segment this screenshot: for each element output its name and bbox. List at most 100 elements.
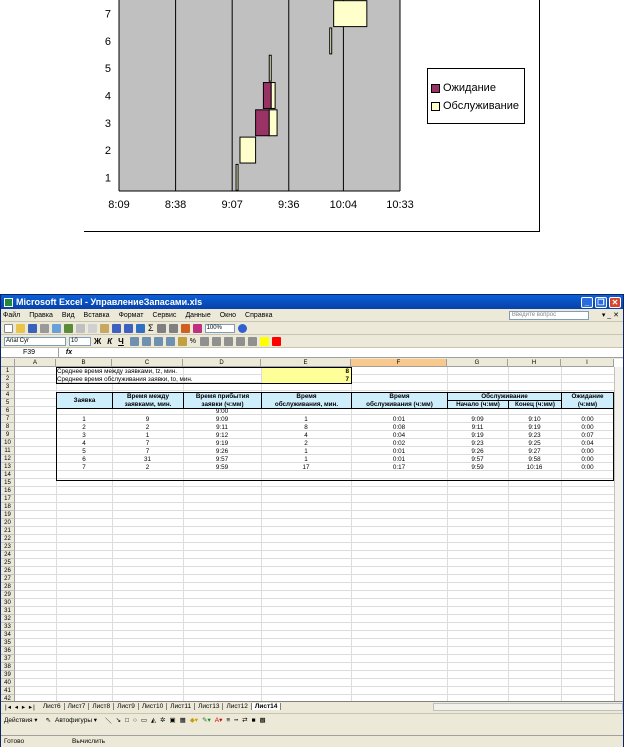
arrow-style-icon[interactable]: ⇄ bbox=[242, 716, 247, 724]
row-header[interactable]: 37 bbox=[1, 655, 15, 663]
menu-tools[interactable]: Сервис bbox=[152, 312, 176, 319]
save-icon[interactable] bbox=[28, 323, 37, 333]
row-header[interactable]: 17 bbox=[1, 495, 15, 503]
row-header[interactable]: 40 bbox=[1, 679, 15, 687]
drawing-icon[interactable] bbox=[192, 323, 202, 333]
draw-actions-menu[interactable]: Действия ▾ bbox=[4, 716, 38, 724]
font-size-select[interactable]: 10 bbox=[69, 336, 91, 346]
fx-icon[interactable]: fx bbox=[59, 349, 79, 356]
tab-sheet6[interactable]: Лист6 bbox=[40, 703, 65, 710]
open-icon[interactable] bbox=[16, 323, 25, 333]
row-header[interactable]: 23 bbox=[1, 543, 15, 551]
align-left-icon[interactable] bbox=[129, 336, 139, 346]
formula-input[interactable] bbox=[79, 348, 623, 358]
menu-window[interactable]: Окно bbox=[220, 312, 236, 319]
select-arrow-icon[interactable]: ⇖ bbox=[46, 716, 51, 724]
textbox-icon[interactable]: ▭ bbox=[141, 716, 147, 724]
row-header[interactable]: 26 bbox=[1, 567, 15, 575]
tab-sheet7[interactable]: Лист7 bbox=[65, 703, 90, 710]
percent-icon[interactable]: % bbox=[190, 338, 196, 345]
diagram-icon[interactable]: ✲ bbox=[160, 716, 165, 724]
wordart-icon[interactable]: ◭ bbox=[151, 716, 156, 724]
row-header[interactable]: 21 bbox=[1, 527, 15, 535]
row-header[interactable]: 38 bbox=[1, 663, 15, 671]
fill-color-icon[interactable] bbox=[260, 336, 270, 346]
clipart-icon[interactable]: ▣ bbox=[170, 716, 176, 724]
menu-help[interactable]: Справка bbox=[245, 312, 272, 319]
row-header[interactable]: 1 bbox=[1, 367, 15, 375]
fill-icon[interactable]: ◆▾ bbox=[190, 716, 198, 724]
autoshapes-menu[interactable]: Автофигуры ▾ bbox=[55, 716, 97, 724]
copy-icon[interactable] bbox=[88, 323, 97, 333]
zoom-select[interactable]: 100% bbox=[204, 323, 235, 333]
close-button[interactable]: ✕ bbox=[609, 296, 621, 308]
col-header-D[interactable]: D bbox=[183, 359, 261, 367]
underline-button[interactable]: Ч bbox=[118, 337, 124, 346]
maximize-button[interactable]: ❐ bbox=[595, 296, 607, 308]
help-icon[interactable] bbox=[237, 323, 247, 333]
menu-insert[interactable]: Вставка bbox=[84, 312, 110, 319]
col-header-F[interactable]: F bbox=[351, 359, 447, 367]
menu-file[interactable]: Файл bbox=[3, 312, 20, 319]
col-header-E[interactable]: E bbox=[261, 359, 351, 367]
horizontal-scrollbar[interactable] bbox=[433, 702, 623, 711]
tab-sheet8[interactable]: Лист8 bbox=[89, 703, 115, 710]
row-header[interactable]: 12 bbox=[1, 455, 15, 463]
oval-icon[interactable]: ○ bbox=[133, 717, 137, 724]
chart-wizard-icon[interactable] bbox=[180, 323, 190, 333]
sort-asc-icon[interactable] bbox=[156, 323, 166, 333]
align-center-icon[interactable] bbox=[141, 336, 151, 346]
row-header[interactable]: 4 bbox=[1, 391, 15, 399]
row-header[interactable]: 33 bbox=[1, 623, 15, 631]
tab-sheet13[interactable]: Лист13 bbox=[195, 703, 224, 710]
borders-icon[interactable] bbox=[248, 336, 258, 346]
row-header[interactable]: 10 bbox=[1, 439, 15, 447]
increase-decimal-icon[interactable] bbox=[212, 336, 222, 346]
currency-icon[interactable] bbox=[177, 336, 187, 346]
row-header[interactable]: 2 bbox=[1, 375, 15, 383]
tab-scroll-arrows[interactable]: |◂ ◂ ▸ ▸| bbox=[1, 703, 40, 711]
line-icon[interactable]: ＼ bbox=[105, 715, 112, 725]
col-header-B[interactable]: B bbox=[56, 359, 112, 367]
redo-icon[interactable] bbox=[124, 323, 133, 333]
row-header[interactable]: 39 bbox=[1, 671, 15, 679]
worksheet-grid[interactable]: A B C D E F G H I 1 2 3 4 5 6 7 8 9 10 11 12 13 14 15 1… bbox=[1, 359, 623, 701]
row-header[interactable]: 28 bbox=[1, 583, 15, 591]
row-header[interactable]: 13 bbox=[1, 463, 15, 471]
col-header-C[interactable]: C bbox=[112, 359, 183, 367]
align-right-icon[interactable] bbox=[153, 336, 163, 346]
row-header[interactable]: 27 bbox=[1, 575, 15, 583]
font-name-select[interactable]: Arial Cyr bbox=[4, 336, 66, 346]
row-header[interactable]: 34 bbox=[1, 631, 15, 639]
close-workbook-icon[interactable]: ▾ _ ✕ bbox=[602, 311, 619, 319]
print-icon[interactable] bbox=[40, 323, 49, 333]
row-header[interactable]: 19 bbox=[1, 511, 15, 519]
thousands-icon[interactable] bbox=[200, 336, 210, 346]
indent-icon[interactable] bbox=[236, 336, 246, 346]
row-header[interactable]: 15 bbox=[1, 479, 15, 487]
name-box[interactable]: F39 bbox=[1, 347, 59, 358]
col-header-G[interactable]: G bbox=[447, 359, 508, 367]
row-header[interactable]: 36 bbox=[1, 647, 15, 655]
col-header-H[interactable]: H bbox=[508, 359, 561, 367]
row-header[interactable]: 29 bbox=[1, 591, 15, 599]
cut-icon[interactable] bbox=[76, 323, 85, 333]
bold-button[interactable]: Ж bbox=[94, 337, 101, 346]
tab-sheet14[interactable]: Лист14 bbox=[251, 703, 282, 710]
row-header[interactable]: 25 bbox=[1, 559, 15, 567]
tab-sheet9[interactable]: Лист9 bbox=[114, 703, 139, 710]
3d-icon[interactable]: ▩ bbox=[260, 716, 266, 724]
row-header[interactable]: 16 bbox=[1, 487, 15, 495]
sort-desc-icon[interactable] bbox=[168, 323, 178, 333]
picture-icon[interactable]: ▦ bbox=[180, 716, 186, 724]
row-header[interactable]: 7 bbox=[1, 415, 15, 423]
row-header[interactable]: 20 bbox=[1, 519, 15, 527]
tab-sheet10[interactable]: Лист10 bbox=[139, 703, 168, 710]
hyperlink-icon[interactable] bbox=[136, 323, 145, 333]
row-header[interactable]: 8 bbox=[1, 423, 15, 431]
shadow-icon[interactable]: ■ bbox=[252, 717, 256, 724]
line-color-icon[interactable]: ✎▾ bbox=[202, 716, 211, 724]
italic-button[interactable]: К bbox=[107, 337, 112, 346]
row-header[interactable]: 5 bbox=[1, 399, 15, 407]
ask-question-input[interactable]: Введите вопрос bbox=[508, 310, 589, 320]
